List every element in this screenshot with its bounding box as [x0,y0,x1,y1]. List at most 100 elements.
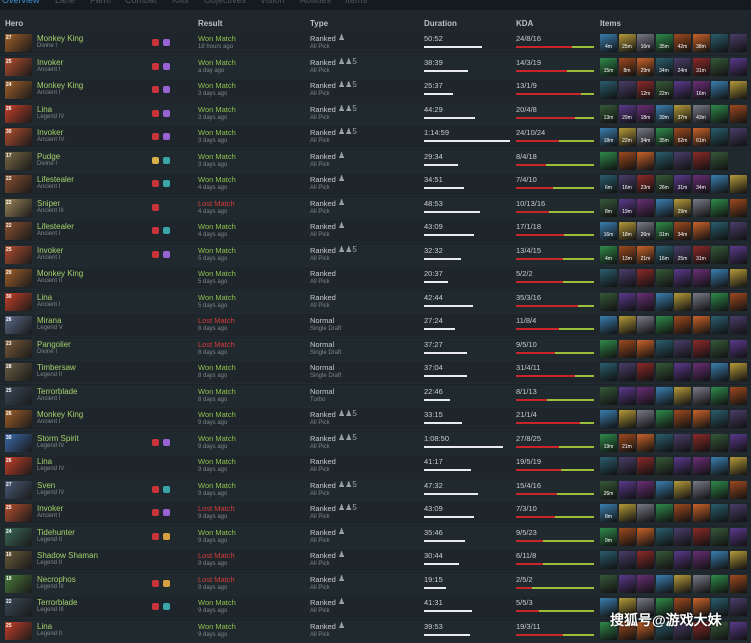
item-icon[interactable] [618,551,636,569]
table-row[interactable]: 17 Pudge Divine I Won Match 3 days ago Ranked… [0,149,751,173]
item-icon[interactable] [729,480,747,499]
item-icon[interactable]: 29m [618,104,636,123]
item-icon[interactable] [600,292,617,311]
hero-name-link[interactable]: Invoker [37,128,63,137]
match-result-link[interactable]: Won Match [198,481,236,490]
table-row[interactable]: 26 Mirana Legend V Lost Match 8 days ago Norm… [0,314,751,337]
hero-name-link[interactable]: Invoker [37,504,63,513]
item-icon[interactable] [692,457,710,475]
item-icon[interactable] [637,574,654,593]
item-icon[interactable]: 22m [655,81,673,99]
item-icon[interactable] [637,386,654,405]
tab-combat[interactable]: Combat [125,0,157,5]
match-result-link[interactable]: Lost Match [198,504,235,513]
item-icon[interactable] [711,198,728,217]
item-icon[interactable] [674,551,691,569]
tab-kills[interactable]: Kills [172,0,189,5]
item-icon[interactable] [711,433,728,452]
item-icon[interactable] [655,457,673,475]
item-icon[interactable] [692,316,710,334]
item-icon[interactable] [729,433,747,452]
item-icon[interactable]: 29m [674,198,691,217]
item-icon[interactable] [618,457,636,475]
item-icon[interactable] [674,527,691,546]
match-result-link[interactable]: Won Match [198,293,236,302]
item-icon[interactable] [618,292,636,311]
match-result-link[interactable]: Won Match [198,246,236,255]
item-icon[interactable]: 6m [600,175,617,193]
hero-name-link[interactable]: Necrophos [37,575,76,584]
item-icon[interactable] [655,198,673,217]
item-icon[interactable] [729,574,747,593]
hero-name-link[interactable]: Shadow Shaman [37,551,98,560]
item-icon[interactable] [711,292,728,311]
item-icon[interactable] [692,386,710,405]
item-icon[interactable] [655,433,673,452]
hero-name-link[interactable]: Sniper [37,199,60,208]
match-result-link[interactable]: Won Match [198,269,236,278]
item-icon[interactable] [692,527,710,546]
tab-objectives[interactable]: Objectives [204,0,246,5]
item-icon[interactable] [729,245,747,264]
item-icon[interactable] [618,504,636,522]
item-icon[interactable] [711,527,728,546]
item-icon[interactable] [692,198,710,217]
item-icon[interactable]: 26m [637,222,654,240]
item-icon[interactable] [692,480,710,499]
item-icon[interactable] [674,574,691,593]
item-icon[interactable] [729,316,747,334]
table-row[interactable]: 22 Lifestealer Ancient I Won Match 4 days ag… [0,173,751,196]
table-row[interactable]: 27 Sven Legend IV Won Match 9 days ago Ranked… [0,478,751,502]
tab-lane[interactable]: Lane [55,0,75,5]
item-icon[interactable]: 16m [600,222,617,240]
item-icon[interactable] [600,386,617,405]
match-result-link[interactable]: Won Match [198,457,236,466]
item-icon[interactable]: 61m [692,128,710,146]
item-icon[interactable] [711,363,728,381]
item-icon[interactable] [637,151,654,170]
item-icon[interactable]: 18m [637,104,654,123]
item-icon[interactable] [729,81,747,99]
item-icon[interactable] [711,34,728,52]
item-icon[interactable]: 31m [674,175,691,193]
item-icon[interactable] [729,128,747,146]
table-row[interactable]: 30 Lina Ancient I Won Match 5 days ago Ranked… [0,290,751,314]
item-icon[interactable] [637,363,654,381]
item-icon[interactable]: 8m [600,504,617,522]
item-icon[interactable]: 18m [618,222,636,240]
item-icon[interactable] [729,457,747,475]
item-icon[interactable] [692,363,710,381]
item-icon[interactable] [637,527,654,546]
table-row[interactable]: 23 Pangolier Divine I Lost Match 8 days ago N… [0,337,751,361]
item-icon[interactable] [711,457,728,475]
item-icon[interactable]: 21m [637,245,654,264]
match-result-link[interactable]: Lost Match [198,316,235,325]
item-icon[interactable] [729,198,747,217]
table-row[interactable]: 20 Monkey King Ancient II Won Match 5 days a… [0,267,751,290]
item-icon[interactable] [655,504,673,522]
item-icon[interactable]: 34m [655,57,673,76]
match-result-link[interactable]: Won Match [198,387,236,396]
hero-name-link[interactable]: Lina [37,105,52,114]
item-icon[interactable] [655,551,673,569]
item-icon[interactable] [729,527,747,546]
hero-name-link[interactable]: Terrorblade [37,598,77,607]
item-icon[interactable] [729,339,747,358]
item-icon[interactable]: 15m [600,57,617,76]
hero-name-link[interactable]: Pangolier [37,340,71,349]
hero-name-link[interactable]: Lina [37,622,52,631]
item-icon[interactable] [711,551,728,569]
item-icon[interactable]: 43m [692,104,710,123]
item-icon[interactable] [729,598,747,616]
item-icon[interactable]: 8m [600,198,617,217]
item-icon[interactable]: 24m [674,57,691,76]
item-icon[interactable] [655,339,673,358]
item-icon[interactable]: 25m [674,245,691,264]
item-icon[interactable]: 12m [637,81,654,99]
item-icon[interactable]: 35m [655,128,673,146]
item-icon[interactable] [600,551,617,569]
item-icon[interactable] [618,339,636,358]
item-icon[interactable] [655,151,673,170]
match-result-link[interactable]: Won Match [198,34,236,43]
item-icon[interactable]: 18m [600,128,617,146]
